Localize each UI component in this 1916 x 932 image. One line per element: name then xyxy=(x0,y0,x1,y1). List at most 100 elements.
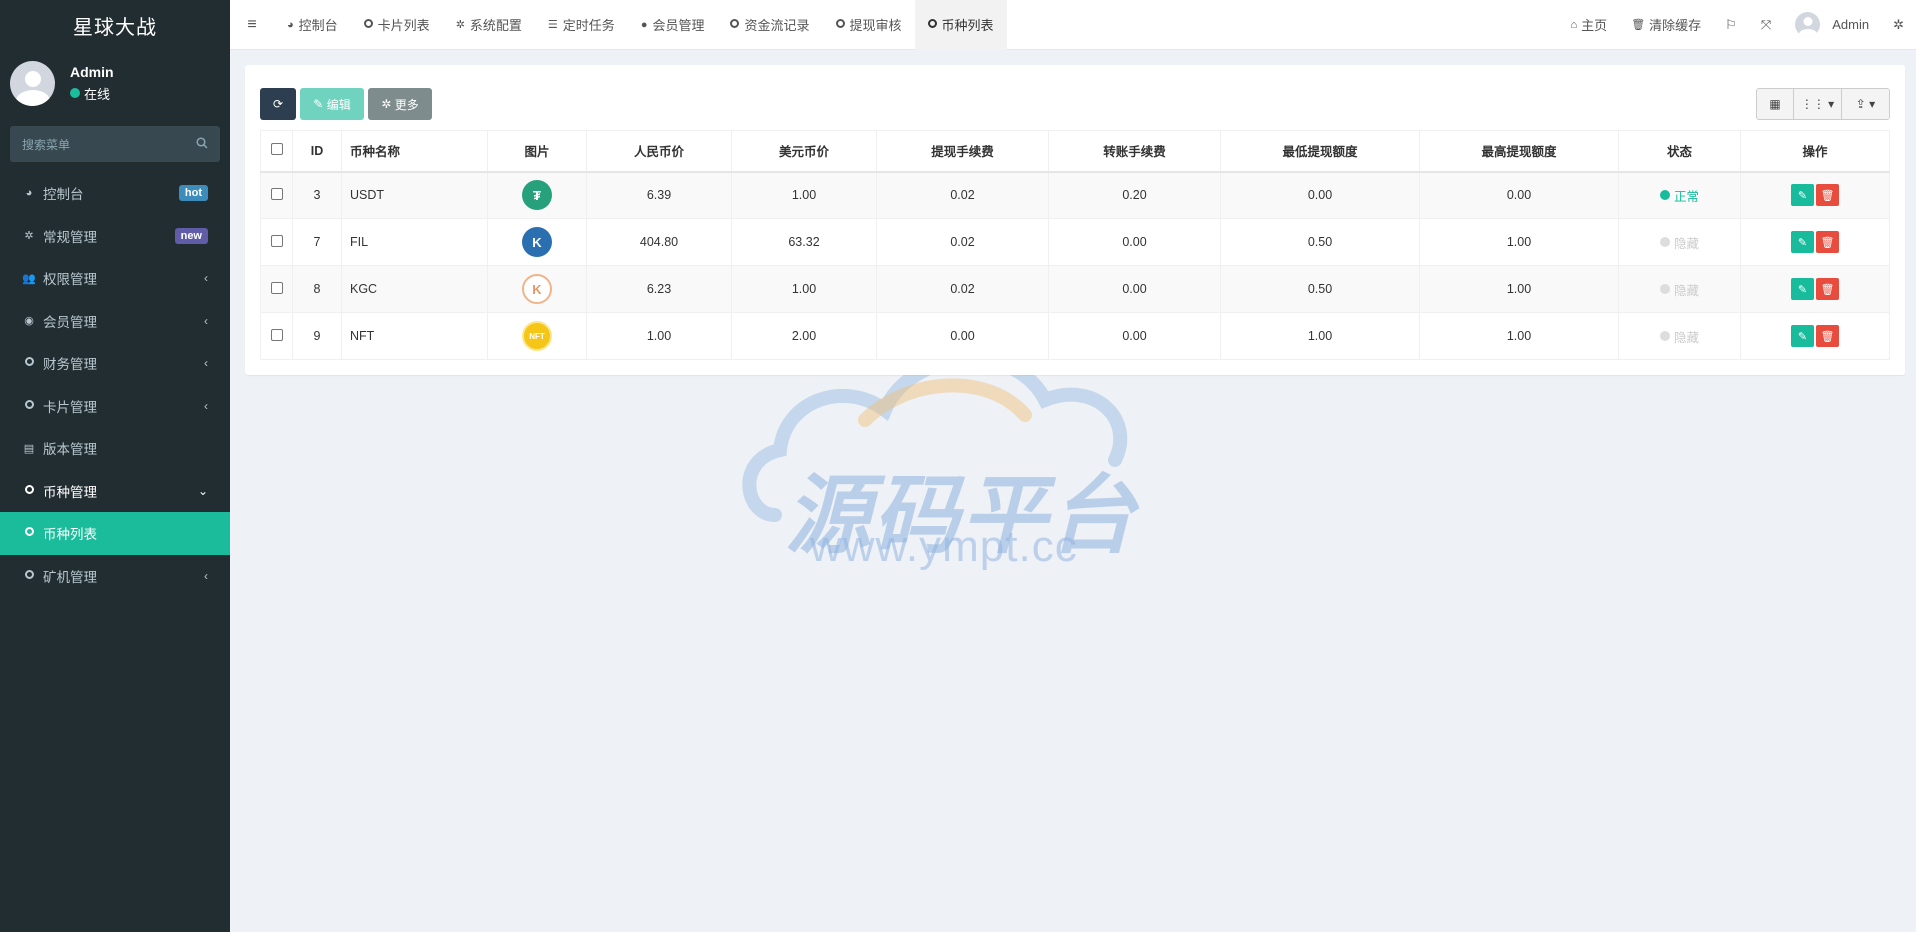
cell-image: K xyxy=(487,265,587,313)
cell-id: 9 xyxy=(292,312,342,360)
new-badge: new xyxy=(174,227,208,244)
table-row[interactable]: 3 USDT ₮ 6.39 1.00 0.02 0.20 0.00 0.00 正… xyxy=(260,171,1890,219)
row-delete-button[interactable]: 🗑 xyxy=(1816,325,1839,347)
col-max-withdraw[interactable]: 最高提现额度 xyxy=(1419,130,1619,173)
home-link[interactable]: ⌂ 主页 xyxy=(1559,15,1620,34)
more-button[interactable]: ✲ 更多 xyxy=(368,88,432,120)
table-header-row: ID 币种名称 图片 人民币价 美元币价 提现手续费 转账手续费 最低提现额度 … xyxy=(260,130,1890,173)
chevron-left-icon: ‹ xyxy=(204,356,208,371)
menu-search-input[interactable]: 搜索菜单 xyxy=(10,126,220,162)
sidebar-item-cards[interactable]: 卡片管理 ‹ xyxy=(0,385,230,428)
kgc-logo-icon[interactable]: K xyxy=(522,274,552,304)
columns-dropdown[interactable]: ⋮⋮ ▾ xyxy=(1793,89,1841,119)
circle-icon xyxy=(22,569,36,582)
cell-id: 8 xyxy=(292,265,342,313)
cell-transfer-fee: 0.00 xyxy=(1048,312,1221,360)
tab-withdraw-review[interactable]: 提现审核 xyxy=(823,0,915,50)
row-delete-button[interactable]: 🗑 xyxy=(1816,231,1839,253)
col-name[interactable]: 币种名称 xyxy=(341,130,488,173)
sidebar-item-currency-list[interactable]: 币种列表 xyxy=(0,512,230,555)
hot-badge: hot xyxy=(178,185,208,202)
tab-card-list[interactable]: 卡片列表 xyxy=(351,0,443,50)
select-all-checkbox[interactable] xyxy=(270,143,283,156)
fil-logo-icon[interactable]: K xyxy=(522,227,552,257)
hamburger-menu-icon[interactable]: ≡ xyxy=(230,16,274,34)
cell-withdraw-fee: 0.02 xyxy=(876,171,1049,219)
sidebar-item-permissions[interactable]: 👥 权限管理 ‹ xyxy=(0,257,230,300)
export-dropdown[interactable]: ⇪ ▾ xyxy=(1841,89,1889,119)
col-withdraw-fee[interactable]: 提现手续费 xyxy=(876,130,1049,173)
row-edit-button[interactable]: ✎ xyxy=(1791,184,1814,207)
table-row[interactable]: 7 FIL K 404.80 63.32 0.02 0.00 0.50 1.00… xyxy=(260,218,1890,266)
fullscreen-button[interactable]: ⤧ xyxy=(1749,17,1783,33)
row-delete-button[interactable]: 🗑 xyxy=(1816,278,1839,300)
sidebar-item-finance[interactable]: 财务管理 ‹ xyxy=(0,342,230,385)
user-icon: ● xyxy=(640,18,648,31)
trash-icon: 🗑 xyxy=(1631,19,1646,31)
tab-system-config[interactable]: ✲ 系统配置 xyxy=(443,0,535,50)
sidebar-item-dashboard[interactable]: ◕ 控制台 hot xyxy=(0,172,230,215)
col-usd-price[interactable]: 美元币价 xyxy=(731,130,877,173)
toggle-view-button[interactable]: ▦ xyxy=(1757,89,1793,119)
tab-cron-tasks[interactable]: ☰ 定时任务 xyxy=(535,0,628,50)
row-checkbox[interactable] xyxy=(270,234,283,247)
cell-transfer-fee: 0.00 xyxy=(1048,265,1221,313)
sidebar-item-miners[interactable]: 矿机管理 ‹ xyxy=(0,555,230,598)
tab-dashboard[interactable]: ◕ 控制台 xyxy=(274,0,351,50)
chevron-left-icon: ‹ xyxy=(204,568,208,583)
circle-icon xyxy=(22,484,36,497)
tab-label: 系统配置 xyxy=(469,18,522,33)
status-label: 隐藏 xyxy=(1673,283,1699,298)
tab-members[interactable]: ● 会员管理 xyxy=(628,0,718,50)
col-status[interactable]: 状态 xyxy=(1618,130,1741,173)
tab-fund-records[interactable]: 资金流记录 xyxy=(717,0,822,50)
language-button[interactable]: ⚐ xyxy=(1713,17,1749,33)
user-menu[interactable]: Admin xyxy=(1783,12,1881,37)
row-checkbox[interactable] xyxy=(270,281,283,294)
cell-name: NFT xyxy=(341,312,488,360)
col-id[interactable]: ID xyxy=(292,130,342,173)
row-checkbox[interactable] xyxy=(270,328,283,341)
app-brand[interactable]: 星球大战 xyxy=(0,0,230,50)
sidebar-item-label: 常规管理 xyxy=(43,229,97,245)
sidebar-item-currency-mgmt[interactable]: 币种管理 ⌄ xyxy=(0,470,230,513)
cell-min: 0.00 xyxy=(1220,171,1420,219)
settings-button[interactable]: ✲ xyxy=(1881,17,1916,33)
sidebar-item-general[interactable]: ✲ 常规管理 new xyxy=(0,215,230,258)
refresh-button[interactable]: ⟳ xyxy=(260,88,296,120)
table-view-controls: ▦ ⋮⋮ ▾ ⇪ ▾ xyxy=(1756,88,1890,120)
tab-currency-list[interactable]: 币种列表 xyxy=(914,0,1007,50)
sidebar-item-versions[interactable]: ▤ 版本管理 xyxy=(0,427,230,470)
edit-button[interactable]: ✎ 编辑 xyxy=(300,88,364,120)
col-cny-price[interactable]: 人民币价 xyxy=(586,130,732,173)
table-row[interactable]: 9 NFT NFT 1.00 2.00 0.00 0.00 1.00 1.00 … xyxy=(260,312,1890,360)
top-right-nav: ⌂ 主页 🗑 清除缓存 ⚐ ⤧ Admin ✲ xyxy=(1559,0,1916,50)
status-badge: 正常 xyxy=(1659,186,1699,205)
user-avatar xyxy=(10,60,55,106)
circle-icon xyxy=(835,18,845,31)
clear-cache-button[interactable]: 🗑 清除缓存 xyxy=(1619,15,1713,34)
table-icon: ▦ xyxy=(1769,97,1781,111)
row-edit-button[interactable]: ✎ xyxy=(1791,325,1814,347)
sidebar-item-members[interactable]: ◉ 会员管理 ‹ xyxy=(0,300,230,343)
row-edit-button[interactable]: ✎ xyxy=(1791,231,1814,253)
cell-cny: 6.39 xyxy=(586,171,732,219)
col-min-withdraw[interactable]: 最低提现额度 xyxy=(1220,130,1420,173)
group-icon: 👥 xyxy=(22,272,36,285)
status-label: 正常 xyxy=(1673,189,1699,204)
col-transfer-fee[interactable]: 转账手续费 xyxy=(1048,130,1221,173)
cell-transfer-fee: 0.20 xyxy=(1048,171,1221,219)
circle-icon xyxy=(22,527,36,539)
tab-label: 控制台 xyxy=(298,18,338,33)
cell-withdraw-fee: 0.02 xyxy=(876,265,1049,313)
usdt-logo-icon[interactable]: ₮ xyxy=(522,180,552,211)
table-row[interactable]: 8 KGC K 6.23 1.00 0.02 0.00 0.50 1.00 隐藏… xyxy=(260,265,1890,313)
nft-logo-icon[interactable]: NFT xyxy=(522,321,552,351)
cell-max: 1.00 xyxy=(1419,265,1619,313)
search-icon[interactable] xyxy=(196,136,208,152)
col-image[interactable]: 图片 xyxy=(487,130,587,173)
row-edit-button[interactable]: ✎ xyxy=(1791,278,1814,300)
circle-icon xyxy=(927,18,937,31)
row-checkbox[interactable] xyxy=(270,187,283,200)
row-delete-button[interactable]: 🗑 xyxy=(1816,184,1839,207)
